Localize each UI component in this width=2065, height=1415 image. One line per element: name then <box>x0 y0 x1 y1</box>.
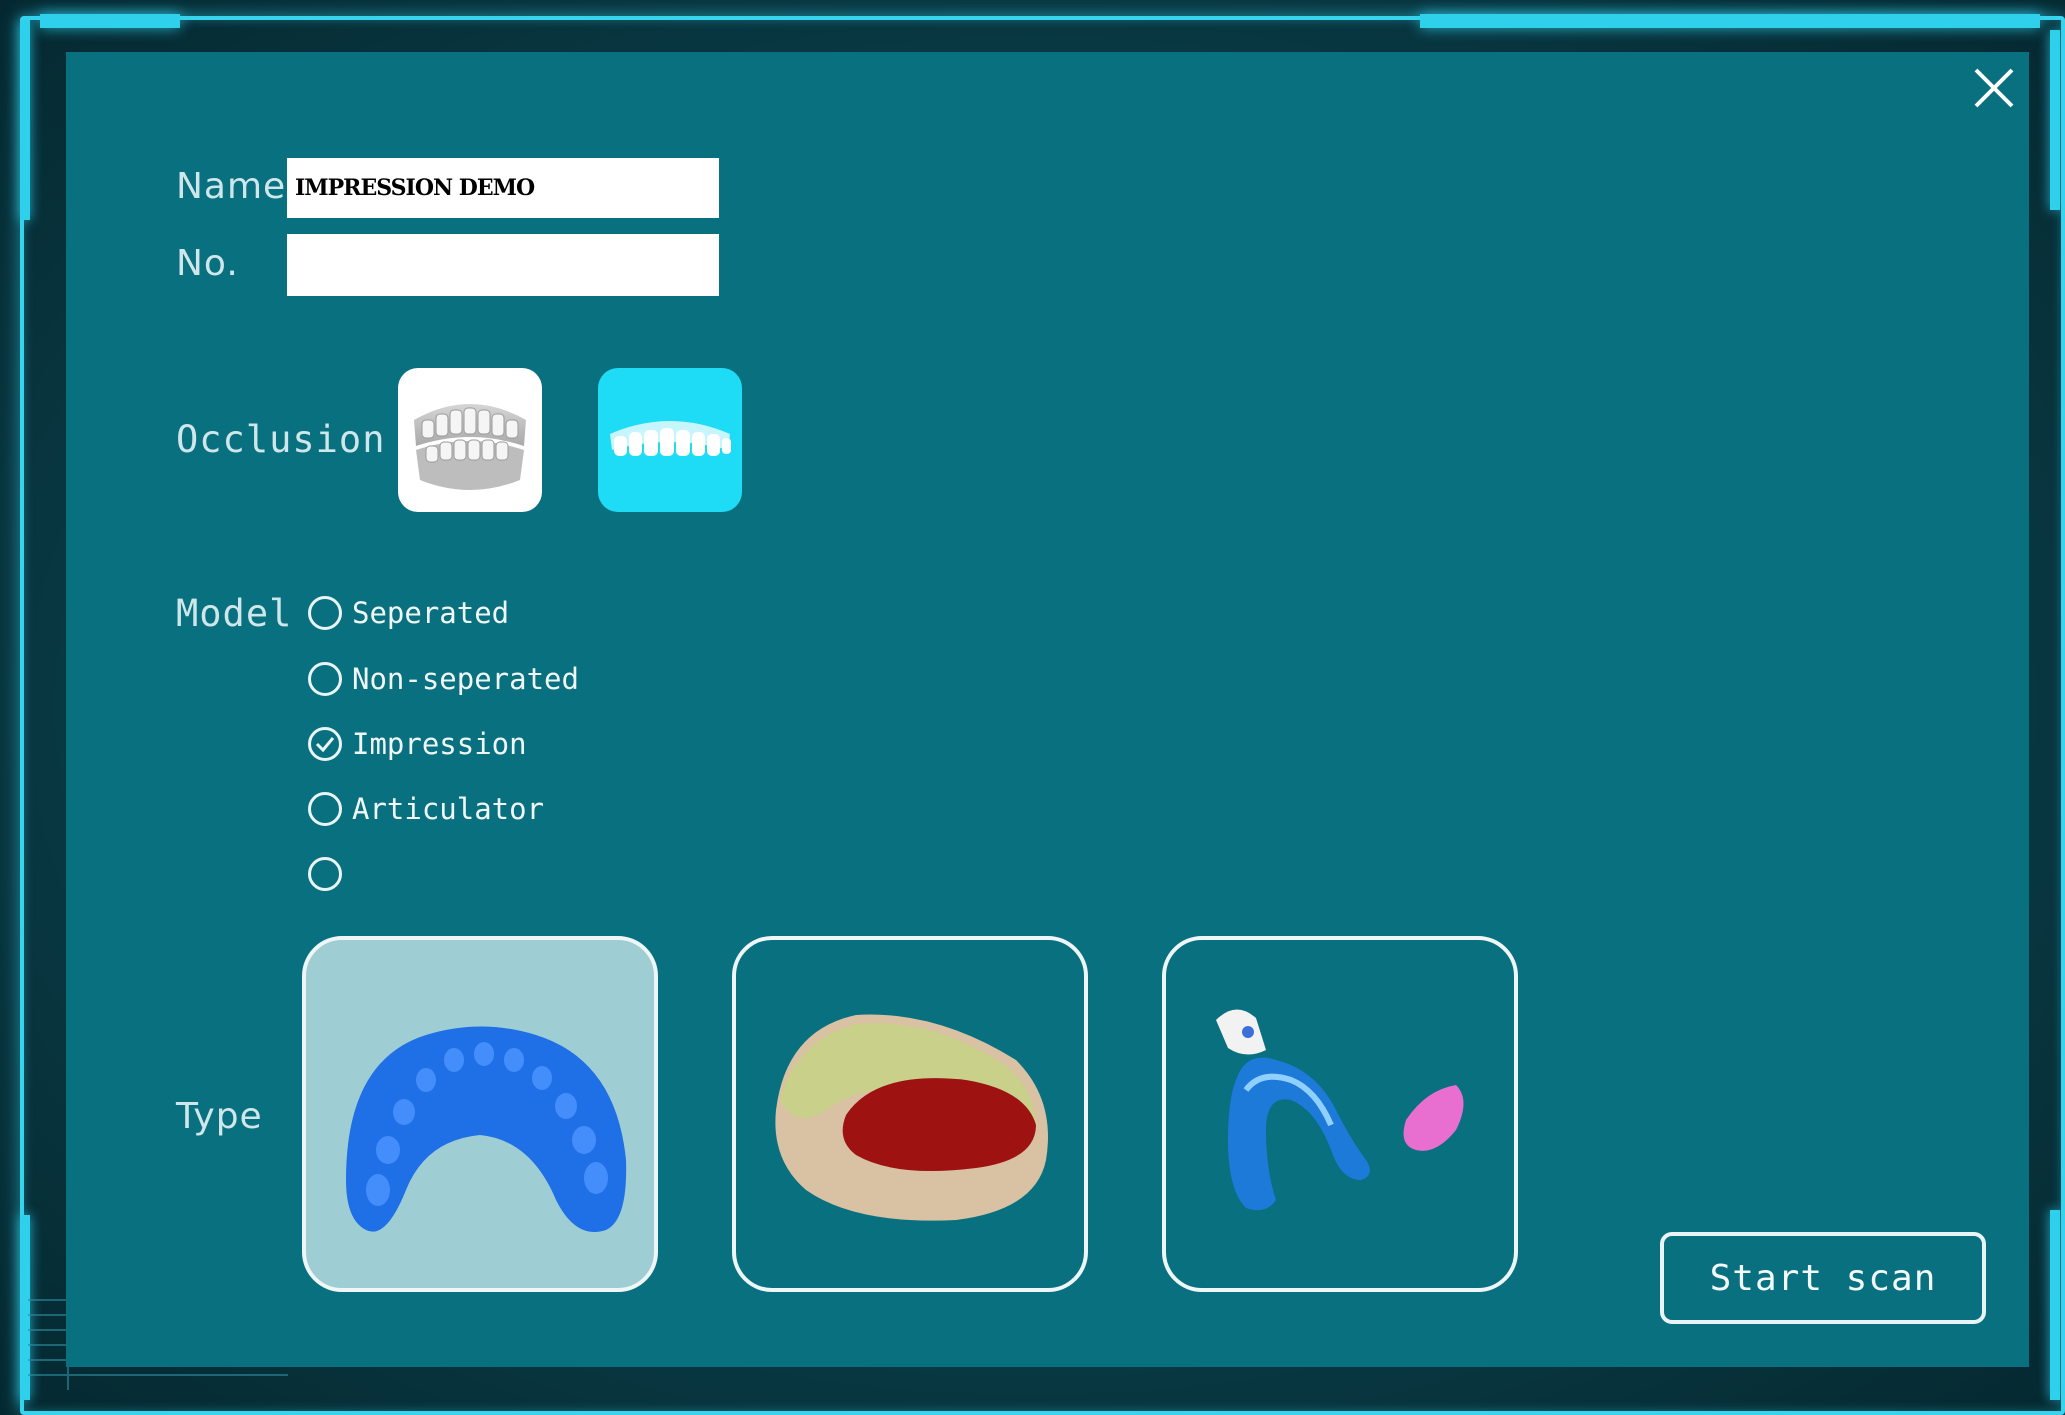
name-label: Name <box>176 166 287 207</box>
occlusion-option-full-dentition[interactable] <box>398 368 542 512</box>
frame-accent-right-bottom <box>2050 1210 2060 1400</box>
frame-accent-right-top <box>2050 30 2060 210</box>
frame-accent-top-right <box>1420 14 2040 28</box>
model-option-non-seperated[interactable]: Non-seperated <box>308 662 579 696</box>
occlusion-option-upper-arch[interactable] <box>598 368 742 512</box>
start-scan-button[interactable]: Start scan <box>1660 1232 1986 1324</box>
model-option-label: Articulator <box>352 792 545 826</box>
model-option-label: Impression <box>352 727 527 761</box>
impression-tray-with-handle-icon <box>1216 1009 1464 1211</box>
model-option-label: Non-seperated <box>352 662 579 696</box>
model-label: Model <box>176 592 293 635</box>
name-input[interactable] <box>287 158 719 218</box>
model-option-unlabeled[interactable] <box>308 857 352 891</box>
close-icon <box>1974 68 2014 108</box>
model-option-seperated[interactable]: Seperated <box>308 596 509 630</box>
blue-impression-tray-icon <box>346 1026 627 1232</box>
radio-unchecked-icon <box>308 596 342 630</box>
close-button[interactable] <box>1970 64 2018 112</box>
occlusion-label: Occlusion <box>176 418 386 461</box>
number-label: No. <box>176 243 239 284</box>
upper-arch-icon <box>610 421 731 456</box>
radio-unchecked-icon <box>308 792 342 826</box>
type-option-tray-with-handle[interactable] <box>1162 936 1518 1292</box>
radio-unchecked-icon <box>308 662 342 696</box>
full-dentition-icon <box>414 404 526 490</box>
stone-model-with-bite-icon <box>775 1014 1048 1221</box>
frame-accent-top-left <box>40 14 180 28</box>
type-label: Type <box>176 1096 263 1137</box>
radio-unchecked-icon <box>308 857 342 891</box>
model-option-articulator[interactable]: Articulator <box>308 792 544 826</box>
type-option-impression[interactable] <box>302 936 658 1292</box>
model-option-impression[interactable]: Impression <box>308 727 527 761</box>
radio-checked-icon <box>308 727 342 761</box>
type-option-stone-model[interactable] <box>732 936 1088 1292</box>
model-option-label: Seperated <box>352 596 510 630</box>
number-input[interactable] <box>287 234 719 296</box>
frame-accent-left-top <box>20 20 30 220</box>
